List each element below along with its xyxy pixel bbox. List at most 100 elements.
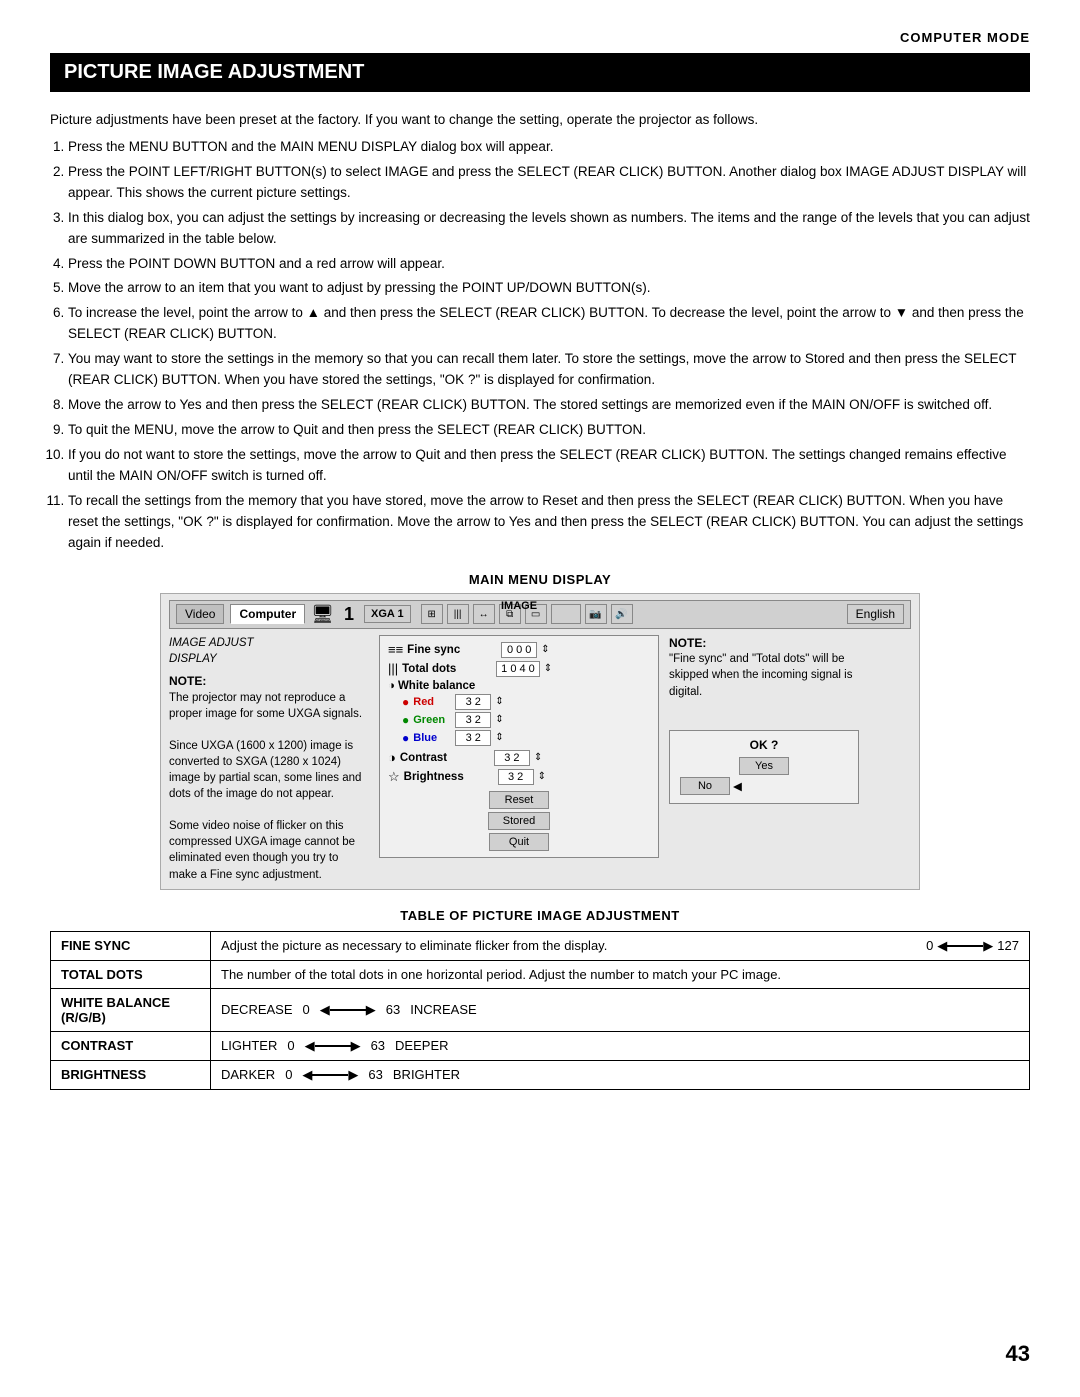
icon-blank[interactable] [551,604,581,624]
total-dots-label: Total dots [402,663,492,675]
contrast-range-end: 63 [371,1038,385,1053]
green-arrows[interactable]: ⇕ [495,714,503,725]
white-balance-section: ◑ White balance ● Red 3 2 ⇕ ● Green [388,680,650,746]
left-note-column: IMAGE ADJUST DISPLAY NOTE: The projector… [169,635,369,883]
table-row: CONTRAST LIGHTER 0 ◀ ▶ 63 DEEPER [51,1031,1030,1060]
blue-label: Blue [413,732,451,744]
right-note-column: NOTE: "Fine sync" and "Total dots" will … [669,635,859,805]
brightness-extra: BRIGHTER [393,1067,460,1082]
step-4: Press the POINT DOWN BUTTON and a red ar… [68,254,1030,275]
red-label: Red [413,696,451,708]
total-dots-row: ||| Total dots 1 0 4 0 ⇕ [388,661,650,677]
arrow-left-fine: ◀ [937,938,947,954]
stored-button[interactable]: Stored [488,812,550,830]
step-5: Move the arrow to an item that you want … [68,278,1030,299]
contrast-value: 3 2 [494,750,530,766]
wb-extra: INCREASE [410,1002,476,1017]
white-balance-label: ◑ White balance [388,680,650,692]
icon-bars[interactable]: ||| [447,604,469,624]
computer-mode-header: COMPUTER MODE [50,30,1030,45]
step-10: If you do not want to store the settings… [68,445,1030,487]
icon-speaker[interactable]: 🔊 [611,604,633,624]
icon-camera[interactable]: 📷 [585,604,607,624]
total-dots-value: 1 0 4 0 [496,661,540,677]
menu-bar: Video Computer 🖥 1 XGA 1 IMAGE ⊞ ||| ↔ ⧉… [169,600,911,629]
left-note-title: NOTE: [169,673,369,690]
red-icon: ● [402,695,409,709]
table-row: WHITE BALANCE (R/G/B) DECREASE 0 ◀ ▶ 63 … [51,988,1030,1031]
brightness-desc: DARKER 0 ◀ ▶ 63 BRIGHTER [211,1060,1030,1089]
arrow-left-brightness: ◀ [302,1067,312,1083]
fine-sync-arrows[interactable]: ⇕ [541,644,549,655]
adjust-buttons: Reset Stored Quit [388,791,650,851]
ok-panel: OK ? Yes No ◀ [669,730,859,805]
xga-button[interactable]: XGA 1 [364,605,411,623]
table-row: TOTAL DOTS The number of the total dots … [51,960,1030,988]
arrow-left-icon: ◀ [733,779,742,795]
brightness-arrows[interactable]: ⇕ [538,771,546,782]
main-menu-label: MAIN MENU DISPLAY [50,572,1030,587]
brightness-range-end: 63 [368,1067,382,1082]
brightness-row: ☆ Brightness 3 2 ⇕ [388,769,650,785]
reset-button[interactable]: Reset [489,791,549,809]
contrast-extra: DEEPER [395,1038,448,1053]
arrow-right-wb: ▶ [366,1002,376,1018]
fine-sync-range-end: 127 [997,938,1019,953]
no-row: No ◀ [680,777,848,797]
computer-number: 1 [344,604,354,625]
step-8: Move the arrow to Yes and then press the… [68,395,1030,416]
image-adjust-panel: ≡≡ Fine sync 0 0 0 ⇕ ||| Total dots 1 0 … [379,635,659,858]
english-button[interactable]: English [847,604,904,624]
diagram-box: Video Computer 🖥 1 XGA 1 IMAGE ⊞ ||| ↔ ⧉… [160,593,920,890]
table-section: TABLE OF PICTURE IMAGE ADJUSTMENT FINE S… [50,908,1030,1090]
steps-list: Press the MENU BUTTON and the MAIN MENU … [68,137,1030,554]
green-label: Green [413,714,451,726]
intro-text: Picture adjustments have been preset at … [50,110,1030,131]
contrast-row: ◑ Contrast 3 2 ⇕ [388,750,650,766]
table-row: FINE SYNC Adjust the picture as necessar… [51,931,1030,960]
image-label-text: IMAGE [501,600,537,612]
red-value: 3 2 [455,694,491,710]
arrow-left-contrast: ◀ [305,1038,315,1054]
total-dots-desc: The number of the total dots in one hori… [211,960,1030,988]
no-button[interactable]: No [680,777,730,795]
step-9: To quit the MENU, move the arrow to Quit… [68,420,1030,441]
blue-arrows[interactable]: ⇕ [495,732,503,743]
ok-text: OK ? [680,737,848,754]
brightness-header: BRIGHTNESS [51,1060,211,1089]
total-dots-icon: ||| [388,661,398,676]
icon-grid[interactable]: ⊞ [421,604,443,624]
step-2: Press the POINT LEFT/RIGHT BUTTON(s) to … [68,162,1030,204]
blue-row: ● Blue 3 2 ⇕ [402,730,650,746]
contrast-icon: ◑ [388,750,396,765]
diagram-area: Video Computer 🖥 1 XGA 1 IMAGE ⊞ ||| ↔ ⧉… [50,593,1030,890]
step-6: To increase the level, point the arrow t… [68,303,1030,345]
fine-sync-value: 0 0 0 [501,642,537,658]
brightness-range-start: 0 [285,1067,292,1082]
brightness-value: 3 2 [498,769,534,785]
table-label: TABLE OF PICTURE IMAGE ADJUSTMENT [50,908,1030,923]
right-note-text: "Fine sync" and "Total dots" will be ski… [669,651,859,699]
tab-video[interactable]: Video [176,604,224,624]
yes-button[interactable]: Yes [739,757,789,775]
green-row: ● Green 3 2 ⇕ [402,712,650,728]
page-number: 43 [1006,1341,1030,1367]
blue-value: 3 2 [455,730,491,746]
image-icons-group: IMAGE ⊞ ||| ↔ ⧉ ▭ 📷 🔊 [421,604,633,624]
fine-sync-range-start: 0 [926,938,933,953]
total-dots-header: TOTAL DOTS [51,960,211,988]
arrow-right-fine: ▶ [983,938,993,954]
contrast-desc: LIGHTER 0 ◀ ▶ 63 DEEPER [211,1031,1030,1060]
quit-button[interactable]: Quit [489,833,549,851]
green-icon: ● [402,713,409,727]
red-arrows[interactable]: ⇕ [495,696,503,707]
contrast-arrows[interactable]: ⇕ [534,752,542,763]
panels-row: IMAGE ADJUST DISPLAY NOTE: The projector… [169,635,911,883]
total-dots-arrows[interactable]: ⇕ [544,663,552,674]
arrow-left-wb: ◀ [320,1002,330,1018]
icon-arrows[interactable]: ↔ [473,604,495,624]
adjustment-table: FINE SYNC Adjust the picture as necessar… [50,931,1030,1090]
tab-computer[interactable]: Computer [230,604,305,624]
step-3: In this dialog box, you can adjust the s… [68,208,1030,250]
red-row: ● Red 3 2 ⇕ [402,694,650,710]
